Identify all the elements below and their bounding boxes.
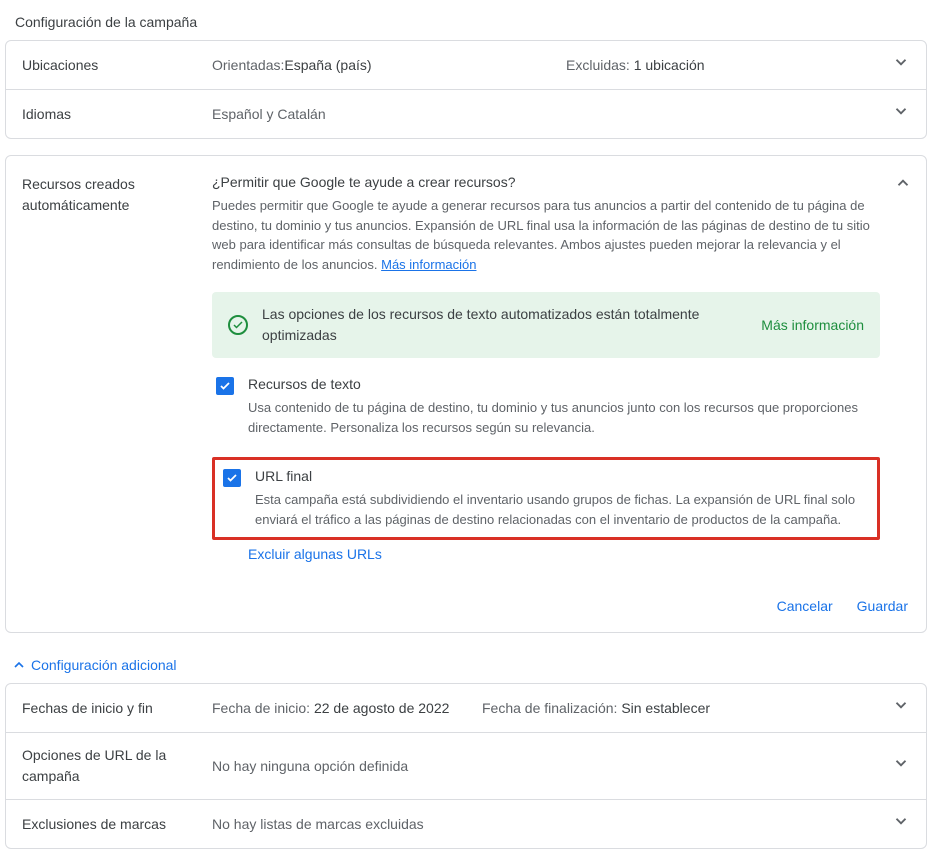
text-assets-label: Recursos de texto — [248, 376, 880, 392]
final-url-desc: Esta campaña está subdividiendo el inven… — [255, 490, 869, 529]
optimization-status-box: Las opciones de los recursos de texto au… — [212, 292, 880, 358]
auto-assets-desc: Puedes permitir que Google te ayude a ge… — [212, 196, 880, 274]
check-circle-icon — [228, 315, 248, 335]
text-assets-checkbox[interactable] — [216, 377, 234, 395]
locations-excluded-prefix: Excluidas: — [566, 57, 634, 73]
url-options-row[interactable]: Opciones de URL de la campaña No hay nin… — [6, 733, 926, 800]
brand-exclusions-label: Exclusiones de marcas — [22, 816, 212, 832]
auto-assets-card: Recursos creados automáticamente ¿Permit… — [5, 155, 927, 633]
additional-config-toggle[interactable]: Configuración adicional — [5, 649, 927, 683]
locations-targeted-prefix: Orientadas: — [212, 57, 284, 73]
chevron-down-icon[interactable] — [892, 696, 910, 720]
end-date-value: Sin establecer — [621, 700, 710, 716]
campaign-config-title: Configuración de la campaña — [5, 10, 927, 40]
optimization-status-text: Las opciones de los recursos de texto au… — [262, 304, 735, 346]
dates-label: Fechas de inicio y fin — [22, 700, 212, 716]
brand-exclusions-row[interactable]: Exclusiones de marcas No hay listas de m… — [6, 800, 926, 848]
auto-assets-label: Recursos creados automáticamente — [22, 174, 212, 580]
languages-value: Español y Catalán — [212, 106, 892, 122]
text-assets-option: Recursos de texto Usa contenido de tu pá… — [212, 376, 880, 451]
languages-label: Idiomas — [22, 106, 212, 122]
chevron-up-icon — [11, 657, 27, 673]
locations-label: Ubicaciones — [22, 57, 212, 73]
chevron-down-icon[interactable] — [892, 102, 910, 126]
final-url-checkbox[interactable] — [223, 469, 241, 487]
chevron-down-icon[interactable] — [892, 812, 910, 836]
locations-excluded-value: 1 ubicación — [634, 57, 705, 73]
chevron-down-icon[interactable] — [892, 754, 910, 778]
save-button[interactable]: Guardar — [857, 598, 908, 614]
settings-card: Ubicaciones Orientadas: España (país) Ex… — [5, 40, 927, 139]
cancel-button[interactable]: Cancelar — [777, 598, 833, 614]
end-date-prefix: Fecha de finalización: — [482, 700, 621, 716]
more-info-link[interactable]: Más información — [381, 257, 476, 272]
final-url-option: URL final Esta campaña está subdividiend… — [219, 468, 869, 529]
dates-row[interactable]: Fechas de inicio y fin Fecha de inicio: … — [6, 684, 926, 733]
locations-targeted-value: España (país) — [284, 57, 371, 73]
chevron-up-icon[interactable] — [894, 174, 912, 198]
text-assets-desc: Usa contenido de tu página de destino, t… — [248, 398, 880, 437]
languages-row[interactable]: Idiomas Español y Catalán — [6, 90, 926, 138]
final-url-highlight: URL final Esta campaña está subdividiend… — [212, 457, 880, 540]
optimization-more-info-link[interactable]: Más información — [761, 317, 864, 333]
auto-assets-title: ¿Permitir que Google te ayude a crear re… — [212, 174, 880, 190]
url-options-label: Opciones de URL de la campaña — [22, 745, 212, 787]
start-date-prefix: Fecha de inicio: — [212, 700, 314, 716]
brand-exclusions-value: No hay listas de marcas excluidas — [212, 816, 892, 832]
start-date-value: 22 de agosto de 2022 — [314, 700, 449, 716]
final-url-label: URL final — [255, 468, 869, 484]
exclude-urls-link[interactable]: Excluir algunas URLs — [248, 546, 382, 562]
additional-config-card: Fechas de inicio y fin Fecha de inicio: … — [5, 683, 927, 849]
chevron-down-icon[interactable] — [892, 53, 910, 77]
url-options-value: No hay ninguna opción definida — [212, 758, 892, 774]
action-buttons: Cancelar Guardar — [6, 584, 926, 632]
locations-row[interactable]: Ubicaciones Orientadas: España (país) Ex… — [6, 41, 926, 90]
